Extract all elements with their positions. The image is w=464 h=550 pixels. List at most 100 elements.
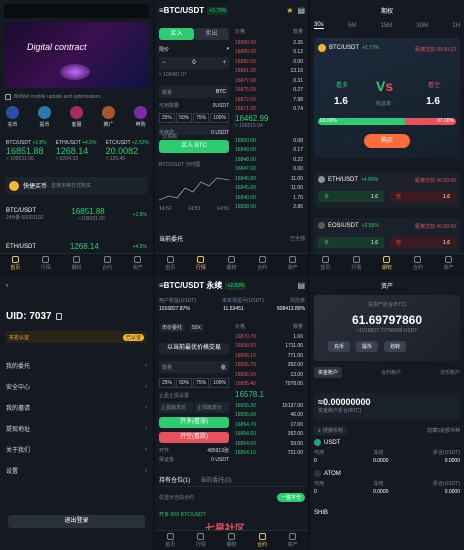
percent-button[interactable]: 25% [159,378,176,388]
tab-contract-account[interactable]: 合约账户 [381,369,401,376]
leverage-select[interactable]: 50X [189,323,204,332]
buy-button[interactable]: 买入 BTC [159,140,229,153]
list-item[interactable]: ETH/USDT 1268.14 +4.5% [6,242,147,251]
option-card[interactable]: EOS/USDT +2.55% 距离交割 00:00:55 多 1.6 空 1.6 [314,218,460,254]
book-row[interactable]: 16880.00 0.12 [235,48,303,58]
logout-button[interactable]: 退出登录 [8,515,145,528]
period-tab[interactable]: 30s [314,22,324,29]
bear-label[interactable]: 空 [396,239,401,246]
plus-icon[interactable]: + [222,60,226,66]
tab-contract[interactable]: 合约 [413,256,423,271]
deposit-button[interactable]: 充币 [328,341,351,352]
tab-home[interactable]: 首页 [165,533,175,548]
tab-fund-account[interactable]: 资金账户 [314,367,343,378]
star-icon[interactable]: ★ [286,6,293,15]
coin-row[interactable]: ATOM 可用 冻结 折合(USDT) 0 0.0000 0.0000 [314,470,460,495]
tab-options[interactable]: 期权 [226,256,236,271]
book-row[interactable]: 16870.70 1.00 [235,332,303,342]
menu-item[interactable]: 提现地址 › [6,418,147,439]
shortcut-subscribe[interactable]: 申购 [134,106,147,128]
percent-button[interactable]: 50% [176,378,193,388]
book-row[interactable]: 16881.00 13.16 [235,67,303,77]
all-orders-link[interactable]: 已全部 [290,235,305,242]
tab-home[interactable]: 首页 [165,256,175,271]
percent-button[interactable]: 50% [176,113,193,123]
shortcut-service[interactable]: 客服 [70,106,83,128]
chart-icon[interactable]: ▤ [297,6,305,15]
book-row[interactable]: 16855.50 13.00 [235,370,303,380]
ticker-etc[interactable]: ETC/USDT +2.52% 20.0082 ≈ 129.45 [106,140,149,162]
period-tab[interactable]: 15M [381,23,393,29]
tab-contract[interactable]: 合约 [257,256,267,271]
quantity-input[interactable]: 数量 张 [159,361,229,373]
book-row[interactable]: 16854.10 721.00 [235,449,303,459]
tab-assets[interactable]: 资产 [133,256,143,271]
percent-button[interactable]: 75% [193,113,210,123]
bull-label[interactable]: 多 [324,193,329,200]
book-row[interactable]: 16872.00 7.98 [235,95,303,105]
menu-item[interactable]: 关于我们 › [6,439,147,460]
tab-fiat-account[interactable]: 法币账户 [440,369,460,376]
price-stepper[interactable]: − 0 + [159,57,229,69]
pair-selector[interactable]: ≡BTC/USDT [159,6,204,15]
tab-assets[interactable]: 资产 [288,533,298,548]
coin-row[interactable]: USDT 可用 冻结 折合(USDT) 0 0.0000 0.0000 [314,439,460,464]
verify-row[interactable]: 实名认证 已认证 [6,331,147,343]
book-row[interactable]: 16849.00 0.17 [235,146,303,156]
notice-bar[interactable]: BitWell mobile update and optimisation..… [5,94,148,100]
tab-home[interactable]: 首页 [320,256,330,271]
percent-button[interactable]: 25% [159,113,176,123]
book-row[interactable]: 16877.00 0.31 [235,76,303,86]
book-row[interactable]: 16854.70 17.00 [235,420,303,430]
menu-item[interactable]: 我的委托 › [6,355,147,376]
book-row[interactable]: 16850.00 0.08 [235,136,303,146]
book-row[interactable]: 16855.70 392.00 [235,361,303,371]
shortcut-withdraw[interactable]: 提币 [38,106,51,128]
transfer-button[interactable]: 划转 [384,341,407,352]
menu-item[interactable]: 我的邀请 › [6,397,147,418]
quantity-input[interactable]: 数量 BTC [159,86,229,98]
option-card[interactable]: ETH/USDT +4.89% 距离交割 00:00:55 多 1.6 空 1.6 [314,172,460,208]
period-tab[interactable]: 30M [416,23,428,29]
ticker-eth[interactable]: ETH/USDT +4.5% 1268.14 ≈ 8204.33 [56,140,97,162]
tab-market[interactable]: 行情 [196,533,206,548]
tab-contract[interactable]: 合约 [257,533,267,548]
bear-label[interactable]: 空 [396,193,401,200]
buy-tab[interactable]: 买入 [159,28,194,40]
book-row[interactable]: 16855.30 15137.00 [235,401,303,411]
book-row[interactable]: 16838.00 2.86 [235,203,303,213]
tab-options[interactable]: 期权 [226,533,236,548]
ticker-btc[interactable]: BTC/USDT +2.8% 16851.88 ≈ 109031.66 [6,140,47,162]
book-row[interactable]: 16875.00 0.27 [235,86,303,96]
coin-row[interactable]: SHIB [314,501,460,519]
period-tab[interactable]: 1H [452,23,460,29]
current-orders-tab[interactable]: 当前委托 [159,234,183,243]
book-row[interactable]: 16858.50 1711.00 [235,342,303,352]
book-row[interactable]: 16882.00 0.00 [235,57,303,67]
shortcut-deposit[interactable]: 充币 [6,106,19,128]
stop-loss-input[interactable]: 止损触发价 [195,402,229,413]
book-row[interactable]: 16856.10 771.00 [235,351,303,361]
take-profit-input[interactable]: 止盈触发价 [159,402,193,413]
menu-item[interactable]: 设置 › [6,460,147,481]
banner[interactable]: Digital contract [5,22,148,88]
close-all-button[interactable]: 一键平仓 [276,493,305,502]
tab-assets[interactable]: 资产 [444,256,454,271]
buy-option-button[interactable]: 购买 [364,134,410,148]
period-tab[interactable]: 5M [348,23,356,29]
book-row[interactable]: 16855.40 7078.00 [235,380,303,390]
tab-market[interactable]: 行情 [351,256,361,271]
pair-selector[interactable]: ≡BTC/USDT 永续 [159,280,222,291]
back-icon[interactable]: ‹ [6,283,8,289]
tab-market[interactable]: 行情 [196,256,206,271]
copy-icon[interactable] [55,313,62,320]
book-row[interactable]: 16890.00 2.35 [235,38,303,48]
menu-item[interactable]: 安全中心 › [6,376,147,397]
tab-home[interactable]: 首页 [10,256,20,271]
search-input[interactable]: ⌕ 搜索币种 [314,426,347,435]
position-row[interactable]: 开多 50X BTC/USDT [159,511,206,518]
shortcut-promo[interactable]: 推广 [102,106,115,128]
order-type-select[interactable]: 市价委托 [159,323,186,332]
minus-icon[interactable]: − [162,60,166,66]
chart-icon[interactable]: ▤ [297,281,305,290]
